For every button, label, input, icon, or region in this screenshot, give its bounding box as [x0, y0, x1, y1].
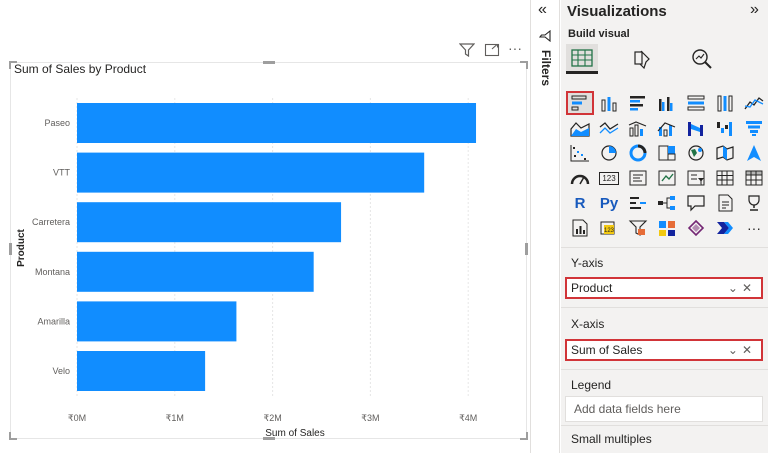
x-tick-label: ₹1M — [166, 413, 184, 423]
x-axis-field-sum-of-sales[interactable]: Sum of Sales ⌄✕ — [565, 339, 763, 361]
separator — [561, 425, 768, 426]
bar-chart: Paseo VTT Carretera Montana Amarilla Velo ₹0M… — [16, 98, 477, 439]
azure-map-icon[interactable] — [741, 142, 767, 164]
line-clustered-column-chart-icon[interactable] — [654, 117, 680, 139]
power-automate-icon[interactable] — [625, 217, 651, 239]
bar-carretera[interactable] — [77, 202, 342, 243]
field-name: Sum of Sales — [571, 343, 643, 357]
y-tick-label: Montana — [35, 267, 70, 277]
stacked-column-chart-icon[interactable] — [596, 92, 622, 114]
y-tick-label: Carretera — [32, 217, 70, 227]
filled-map-icon[interactable] — [712, 142, 738, 164]
x-tick-label: ₹0M — [68, 413, 86, 423]
filter-funnel-icon — [539, 30, 551, 42]
100-percent-column-chart-icon[interactable] — [712, 92, 738, 114]
clustered-column-chart-icon[interactable] — [654, 92, 680, 114]
expand-right-icon[interactable]: » — [750, 1, 759, 19]
100-percent-bar-chart-icon[interactable] — [683, 92, 709, 114]
table-icon[interactable] — [712, 167, 738, 189]
y-axis-well-label: Y-axis — [571, 256, 604, 270]
metrics-icon[interactable] — [741, 192, 767, 214]
python-visual-icon[interactable]: Py — [596, 192, 622, 214]
separator — [561, 247, 768, 248]
kpi-ring-icon[interactable] — [683, 217, 709, 239]
scatter-chart-icon[interactable] — [567, 142, 593, 164]
y-axis-field-product[interactable]: Product ⌄✕ — [565, 277, 763, 299]
decomposition-tree-icon[interactable] — [654, 192, 680, 214]
stacked-area-chart-icon[interactable] — [596, 117, 622, 139]
py-label: Py — [599, 194, 619, 212]
y-tick-label: Velo — [52, 366, 70, 376]
build-visual-label: Build visual — [568, 28, 630, 40]
line-chart-icon[interactable] — [741, 92, 767, 114]
paginated-report-icon[interactable] — [567, 217, 593, 239]
waterfall-chart-icon[interactable] — [712, 117, 738, 139]
x-tick-label: ₹3M — [361, 413, 379, 423]
bar-paseo[interactable] — [77, 103, 477, 143]
card-icon[interactable]: 123 — [596, 167, 622, 189]
y-tick-label: Paseo — [44, 118, 70, 128]
y-tick-label: VTT — [53, 168, 71, 178]
ribbon-chart-icon[interactable] — [683, 117, 709, 139]
field-name: Product — [571, 281, 613, 295]
remove-field-icon[interactable]: ✕ — [742, 281, 756, 295]
x-axis-well-label: X-axis — [571, 317, 605, 331]
slicer-icon[interactable] — [683, 167, 709, 189]
smart-narrative-icon[interactable] — [712, 192, 738, 214]
x-axis-title: Sum of Sales — [265, 428, 324, 439]
format-brush-icon — [634, 50, 650, 69]
remove-field-icon[interactable]: ✕ — [742, 343, 756, 357]
more-visuals-dots: ··· — [747, 220, 761, 236]
qa-icon[interactable] — [683, 192, 709, 214]
y-axis-title: Product — [16, 228, 27, 266]
kpi-icon[interactable] — [654, 167, 680, 189]
fields-grid-icon — [571, 48, 593, 67]
r-visual-icon[interactable]: R — [567, 192, 593, 214]
tab-format-visual[interactable] — [626, 44, 658, 74]
small-multiples-well-label: Small multiples — [571, 432, 652, 446]
bar-velo[interactable] — [77, 351, 206, 391]
bar-montana[interactable] — [77, 251, 314, 292]
donut-chart-icon[interactable] — [625, 142, 651, 164]
tab-build-visual[interactable] — [566, 44, 598, 74]
y-tick-label: Amarilla — [37, 316, 70, 326]
power-apps-icon[interactable]: 123 — [596, 217, 622, 239]
collapse-left-icon[interactable]: « — [538, 1, 547, 19]
gauge-icon[interactable] — [567, 167, 593, 189]
separator — [561, 307, 768, 308]
smart-arrow-icon[interactable] — [712, 217, 738, 239]
legend-drop-zone[interactable]: Add data fields here — [565, 396, 763, 422]
tab-analytics[interactable] — [686, 44, 718, 74]
r-label: R — [574, 194, 586, 212]
area-chart-icon[interactable] — [567, 117, 593, 139]
legend-well-label: Legend — [571, 378, 612, 392]
stacked-bar-chart-icon[interactable] — [566, 91, 594, 115]
filters-label[interactable]: Filters — [537, 50, 553, 86]
key-influencers-icon[interactable] — [625, 192, 651, 214]
multi-row-card-icon[interactable] — [625, 167, 651, 189]
line-stacked-column-chart-icon[interactable] — [625, 117, 651, 139]
x-tick-label: ₹4M — [459, 413, 477, 423]
svg-text:123: 123 — [604, 228, 615, 234]
analytics-magnifier-icon — [692, 49, 712, 69]
clustered-bar-chart-icon[interactable] — [625, 92, 651, 114]
treemap-icon[interactable] — [654, 142, 680, 164]
azure-ml-icon[interactable] — [654, 217, 680, 239]
pane-title: Visualizations — [567, 3, 667, 20]
chevron-down-icon[interactable]: ⌄ — [728, 343, 742, 357]
funnel-chart-icon[interactable] — [741, 117, 767, 139]
visual-type-gallery: 123 R Py 123 ··· — [566, 91, 768, 242]
bar-amarilla[interactable] — [77, 301, 237, 342]
map-icon[interactable] — [683, 142, 709, 164]
chevron-down-icon[interactable]: ⌄ — [728, 281, 742, 295]
card-value: 123 — [599, 171, 619, 185]
matrix-icon[interactable] — [741, 167, 767, 189]
bar-vtt[interactable] — [77, 152, 425, 193]
separator — [561, 369, 768, 370]
x-tick-label: ₹2M — [263, 413, 281, 423]
pie-chart-icon[interactable] — [596, 142, 622, 164]
more-visuals-icon[interactable]: ··· — [741, 217, 767, 239]
